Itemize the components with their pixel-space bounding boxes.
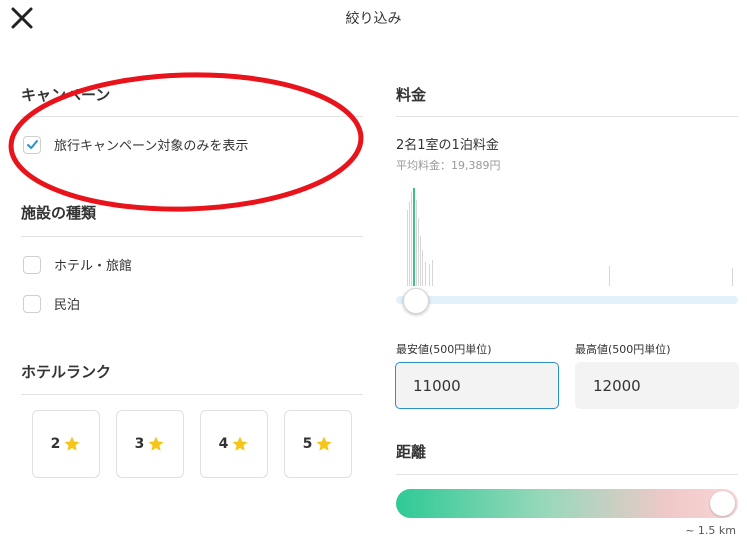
facility-option-hotel[interactable]: ホテル・旅館 (23, 255, 132, 274)
histogram-bar (609, 266, 610, 286)
histogram-bar (425, 262, 426, 286)
distance-slider-track[interactable] (396, 489, 738, 518)
histogram-bar (409, 202, 410, 286)
campaign-checkbox-box[interactable] (23, 135, 41, 154)
distance-section-title: 距離 (396, 443, 427, 461)
star-icon (64, 436, 80, 451)
histogram-bar (732, 268, 733, 286)
price-section-title: 料金 (396, 86, 427, 104)
campaign-section-title: キャンペーン (21, 86, 111, 104)
price-slider-track[interactable] (396, 296, 738, 304)
histogram-bar (420, 236, 421, 286)
checkmark-icon (26, 140, 38, 149)
price-subtitle: 2名1室の1泊料金 (396, 138, 499, 153)
min-price-input[interactable] (395, 362, 559, 409)
facility-divider (21, 236, 363, 237)
rank-2-button[interactable]: 2 (32, 410, 100, 478)
distance-value: ~ 1.5 km (685, 524, 736, 537)
distance-divider (396, 474, 738, 475)
star-icon (148, 436, 164, 451)
histogram-bar (422, 250, 423, 286)
minpaku-checkbox-label: 民泊 (54, 298, 81, 313)
hotel-checkbox-label: ホテル・旅館 (54, 259, 133, 274)
star-icon (232, 436, 248, 451)
histogram-bar (429, 264, 430, 286)
histogram-bar (411, 192, 412, 286)
star-icon (316, 436, 332, 451)
facility-option-minpaku[interactable]: 民泊 (23, 294, 80, 313)
facility-section-title: 施設の種類 (21, 204, 97, 222)
campaign-checkbox-label: 旅行キャンペーン対象のみを表示 (54, 139, 249, 154)
histogram-bar (418, 218, 419, 286)
histogram-bar (416, 200, 417, 286)
min-price-label: 最安値(500円単位) (396, 343, 492, 356)
rank-2-label: 2 (50, 436, 61, 452)
histogram-bar (432, 260, 433, 286)
campaign-only-checkbox[interactable]: 旅行キャンペーン対象のみを表示 (23, 135, 248, 154)
distance-slider-thumb[interactable] (710, 491, 735, 516)
rank-5-button[interactable]: 5 (284, 410, 352, 478)
rank-section-title: ホテルランク (21, 363, 112, 381)
price-average: 平均料金：19,389円 (396, 159, 501, 172)
hotel-checkbox-box[interactable] (23, 255, 41, 274)
histogram-bar (407, 210, 408, 286)
rank-divider (21, 394, 363, 395)
page-title: 絞り込み (345, 11, 402, 27)
max-price-input[interactable] (575, 362, 739, 409)
price-histogram (407, 188, 733, 286)
price-divider (396, 116, 738, 117)
max-price-label: 最高値(500円単位) (575, 343, 671, 356)
minpaku-checkbox-box[interactable] (23, 294, 41, 313)
rank-5-label: 5 (302, 436, 313, 452)
rank-3-label: 3 (134, 436, 145, 452)
rank-3-button[interactable]: 3 (116, 410, 184, 478)
price-slider-thumb[interactable] (403, 288, 429, 314)
rank-4-button[interactable]: 4 (200, 410, 268, 478)
rank-4-label: 4 (218, 436, 229, 452)
histogram-bar (413, 188, 415, 286)
campaign-divider (21, 116, 363, 117)
